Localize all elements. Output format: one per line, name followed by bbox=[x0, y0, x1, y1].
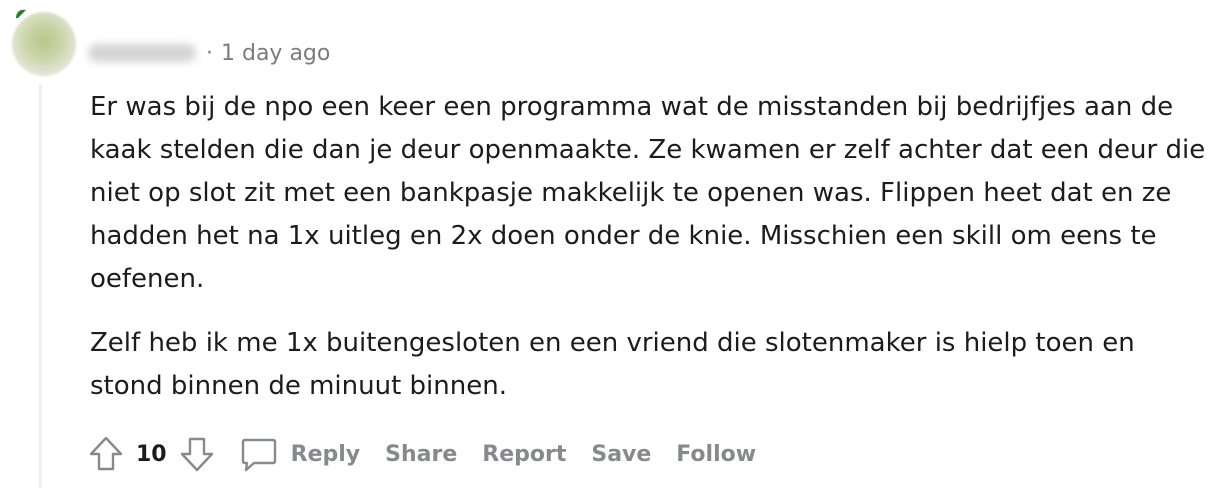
vote-count: 10 bbox=[136, 441, 167, 467]
comment-body: Er was bij de npo een keer een programma… bbox=[90, 86, 1210, 429]
username-blurred[interactable] bbox=[88, 44, 196, 62]
comment-meta: · 1 day ago bbox=[88, 34, 330, 72]
downvote-button[interactable] bbox=[177, 434, 217, 474]
save-button[interactable]: Save bbox=[591, 442, 651, 467]
comment-action-bar: 10 Reply Share Report Save Follow bbox=[86, 432, 781, 476]
comment-paragraph: Er was bij de npo een keer een programma… bbox=[90, 92, 1206, 294]
upvote-button[interactable] bbox=[86, 434, 126, 474]
reply-button[interactable]: Reply bbox=[291, 442, 361, 467]
report-button[interactable]: Report bbox=[482, 442, 566, 467]
speech-bubble-icon bbox=[241, 438, 276, 472]
meta-separator: · bbox=[206, 40, 213, 66]
thread-collapse-line[interactable] bbox=[39, 84, 42, 488]
comment-paragraph: Zelf heb ik me 1x buitengesloten en een … bbox=[90, 328, 1135, 401]
reply-icon-button[interactable] bbox=[239, 434, 279, 474]
share-button[interactable]: Share bbox=[385, 442, 457, 467]
user-avatar[interactable] bbox=[12, 12, 76, 76]
follow-button[interactable]: Follow bbox=[676, 442, 756, 467]
arrow-up-outline-icon bbox=[89, 436, 123, 471]
comment-timestamp[interactable]: 1 day ago bbox=[221, 41, 330, 66]
arrow-down-outline-icon bbox=[180, 437, 213, 472]
avatar-badge-icon bbox=[16, 9, 26, 18]
